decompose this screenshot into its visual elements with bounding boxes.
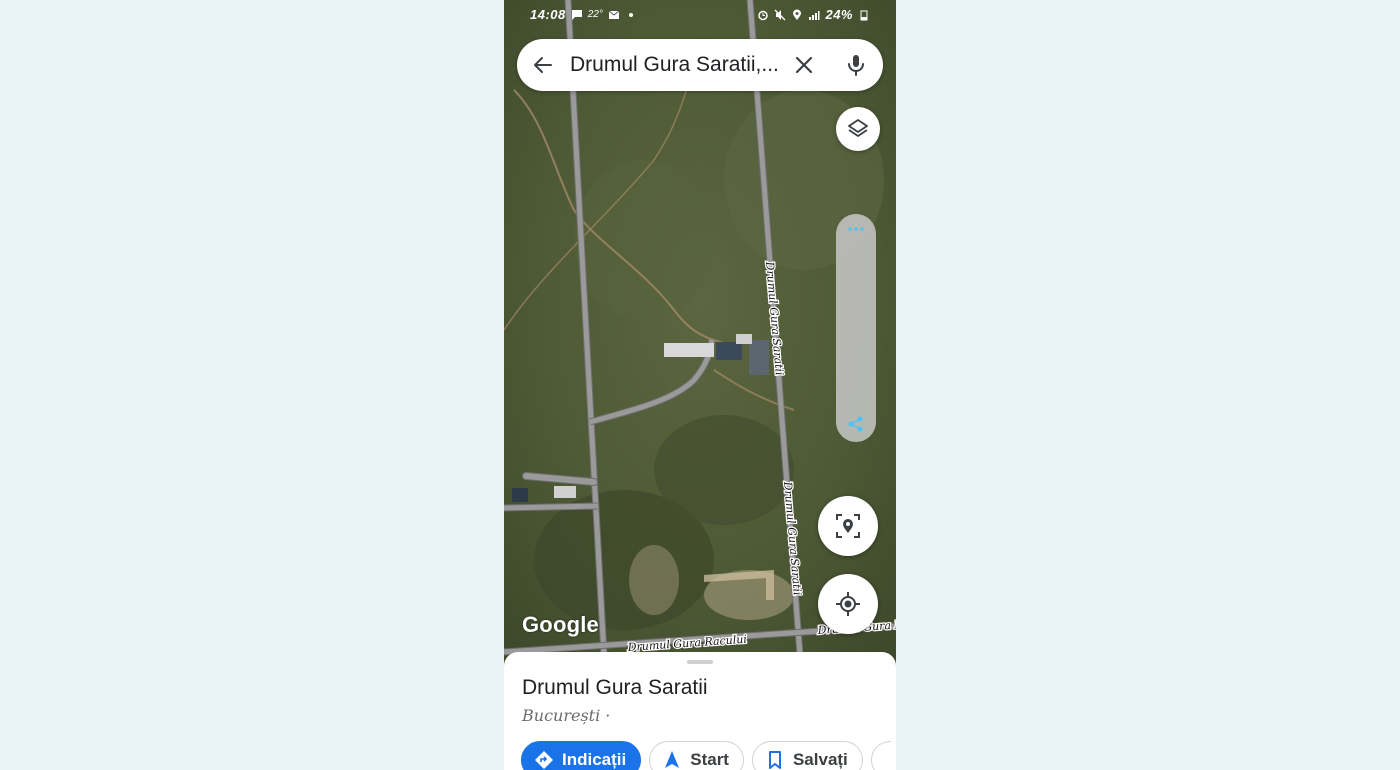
- share-icon[interactable]: [846, 414, 866, 434]
- bookmark-icon: [768, 751, 781, 769]
- navigation-arrow-icon: [665, 751, 680, 768]
- explore-lens-button[interactable]: [818, 496, 878, 556]
- place-subtitle: București ·: [522, 706, 611, 725]
- my-location-icon: [836, 592, 860, 616]
- save-button[interactable]: Salvați: [751, 741, 863, 770]
- mail-icon: [608, 10, 620, 19]
- signal-icon: [809, 10, 820, 20]
- action-chips: Indicații Start Salvați: [521, 741, 891, 770]
- directions-label: Indicații: [562, 750, 627, 769]
- battery-icon: [860, 10, 868, 20]
- location-scan-icon: [836, 514, 860, 538]
- place-bottom-sheet[interactable]: Drumul Gura Saratii București · Indicați…: [504, 652, 896, 770]
- my-location-button[interactable]: [818, 574, 878, 634]
- place-title: Drumul Gura Saratii: [522, 676, 708, 699]
- sheet-drag-handle[interactable]: [687, 660, 713, 664]
- phone-screen: Drumul Gura Saratii Drumul Gura Saratii …: [504, 0, 896, 770]
- side-panel-handle[interactable]: [836, 214, 876, 442]
- status-bar: 14:08 22° 24%: [504, 0, 896, 30]
- microphone-icon[interactable]: [844, 53, 868, 77]
- mute-icon: [775, 9, 786, 20]
- close-icon[interactable]: [792, 53, 816, 77]
- back-arrow-icon[interactable]: [531, 53, 555, 77]
- google-logo: Google: [522, 612, 599, 637]
- alarm-icon: [758, 10, 769, 20]
- search-bar[interactable]: Drumul Gura Saratii,...: [517, 39, 883, 91]
- more-actions-chip[interactable]: [870, 741, 891, 770]
- dot-icon: [628, 12, 633, 17]
- more-dots-icon[interactable]: [846, 224, 866, 234]
- search-input[interactable]: Drumul Gura Saratii,...: [570, 53, 782, 77]
- status-temperature: 22°: [587, 9, 603, 20]
- start-button[interactable]: Start: [649, 741, 744, 770]
- status-time: 14:08: [530, 7, 566, 22]
- directions-icon: [535, 751, 553, 769]
- save-label: Salvați: [792, 750, 848, 769]
- directions-button[interactable]: Indicații: [521, 741, 642, 770]
- location-icon: [793, 9, 802, 20]
- status-battery: 24%: [825, 7, 853, 22]
- message-icon: [571, 9, 582, 20]
- start-label: Start: [690, 750, 729, 769]
- layers-icon: [848, 119, 868, 137]
- layers-button[interactable]: [836, 107, 880, 151]
